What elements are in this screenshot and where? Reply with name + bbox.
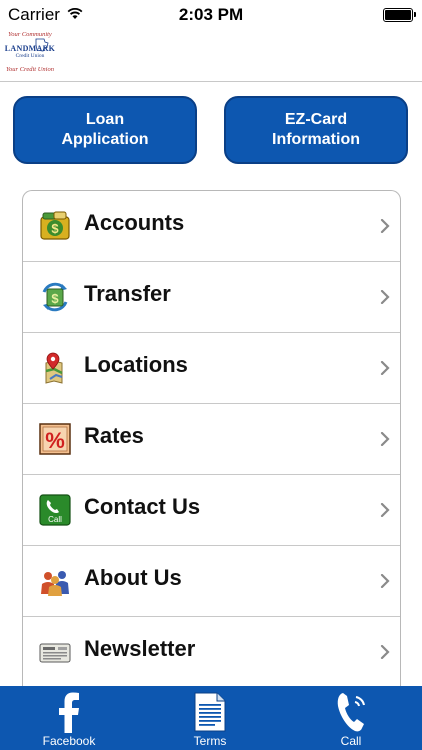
chevron-right-icon [380, 645, 390, 659]
loan-button-line1: Loan [85, 111, 125, 128]
tab-facebook-label: Facebook [42, 734, 96, 748]
loan-application-button[interactable]: Loan Application [13, 96, 197, 164]
percent-icon: % [39, 423, 71, 455]
menu-item-label: Newsletter [84, 636, 196, 661]
menu-item-label: Accounts [84, 210, 185, 235]
menu-item-label: Locations [84, 352, 188, 377]
tab-facebook[interactable]: Facebook [14, 686, 124, 750]
clock: 2:03 PM [178, 5, 244, 24]
ez-card-information-button[interactable]: EZ-Card Information [224, 96, 408, 164]
phone-call-icon: Call [39, 494, 71, 526]
chevron-right-icon [380, 503, 390, 517]
bottom-tab-bar: Facebook Terms Call [0, 686, 422, 750]
chevron-right-icon [380, 219, 390, 233]
logo-tagline-bottom: Your Credit Union [6, 66, 54, 73]
loan-button-line2: Application [61, 131, 149, 148]
menu-item-about-us[interactable]: About Us [23, 546, 400, 617]
chevron-right-icon [380, 290, 390, 304]
menu-item-label: About Us [84, 565, 182, 590]
menu-item-newsletter[interactable]: Newsletter [23, 617, 400, 688]
chevron-right-icon [380, 574, 390, 588]
menu-item-label: Transfer [84, 281, 171, 306]
chevron-right-icon [380, 361, 390, 375]
status-bar: Carrier 2:03 PM [0, 0, 422, 30]
logo-tagline-top: Your Community [8, 31, 52, 38]
ezcard-button-line2: Information [272, 131, 360, 148]
map-pin-icon [45, 352, 63, 384]
battery-icon [383, 8, 416, 22]
people-icon [41, 571, 69, 596]
tab-terms[interactable]: Terms [155, 686, 265, 750]
menu-item-locations[interactable]: Locations [23, 333, 400, 404]
transfer-icon: $ [42, 282, 68, 312]
facebook-icon [59, 692, 79, 733]
tab-call-label: Call [340, 734, 362, 748]
newsletter-icon [39, 643, 71, 663]
menu-item-contact-us[interactable]: Call Contact Us [23, 475, 400, 546]
svg-text:%: % [45, 428, 65, 453]
menu-item-label: Contact Us [84, 494, 201, 519]
menu-item-transfer[interactable]: $ Transfer [23, 262, 400, 333]
chevron-right-icon [380, 432, 390, 446]
svg-text:$: $ [51, 291, 59, 306]
tab-call[interactable]: Call [296, 686, 406, 750]
menu-item-accounts[interactable]: $ Accounts [23, 191, 400, 262]
money-bag-icon: $ [40, 211, 70, 240]
logo-subname: Credit Union [15, 53, 45, 59]
tab-terms-label: Terms [193, 734, 227, 748]
logo-name: LANDMARK [4, 44, 56, 53]
app-header: Your Community LANDMARK Credit Union You… [0, 30, 422, 82]
document-icon [194, 692, 226, 732]
phone-icon [337, 693, 365, 732]
main-menu: $ Accounts $ Transfer Locations % Rates … [22, 190, 401, 710]
menu-item-label: Rates [84, 423, 144, 448]
menu-item-rates[interactable]: % Rates [23, 404, 400, 475]
svg-text:Call: Call [48, 515, 62, 524]
svg-text:$: $ [51, 221, 59, 236]
ezcard-button-line1: EZ-Card [284, 111, 348, 128]
landmark-logo[interactable]: Your Community LANDMARK Credit Union You… [4, 30, 56, 80]
